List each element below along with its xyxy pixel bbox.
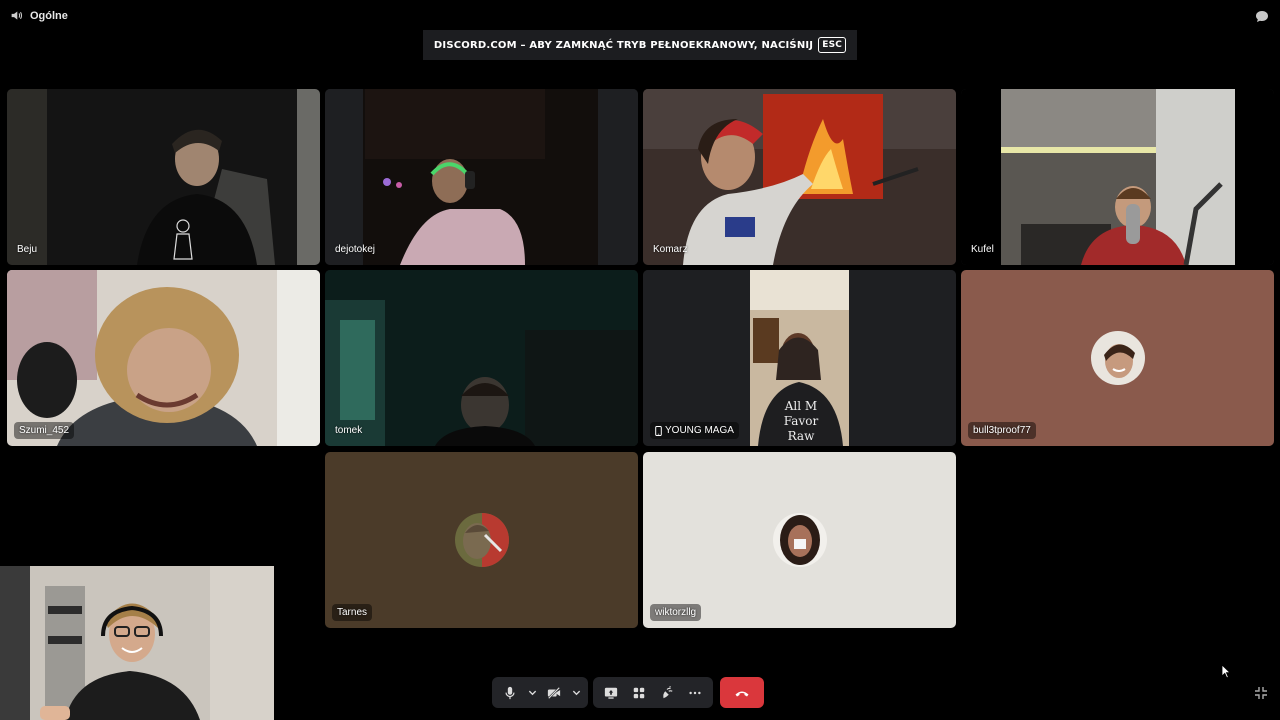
participant-name: bull3tproof77 — [968, 422, 1036, 439]
participant-tile[interactable]: tomek — [325, 270, 638, 446]
participant-tile[interactable]: Beju — [7, 89, 320, 265]
screen-share-button[interactable] — [599, 681, 623, 705]
exit-fullscreen-icon[interactable] — [1254, 686, 1268, 700]
more-options-button[interactable] — [683, 681, 707, 705]
svg-text:Favor: Favor — [784, 414, 819, 428]
mouse-cursor-icon — [1221, 664, 1231, 679]
esc-key-badge: Esc — [818, 37, 847, 53]
soundboard-icon — [663, 685, 673, 698]
participant-tile[interactable]: bull3tproof77 — [961, 270, 1274, 446]
participant-tile[interactable]: Tarnes — [325, 452, 638, 628]
video-feed — [325, 270, 638, 446]
participant-tile[interactable]: All M Favor Raw YOUNG MAGA — [643, 270, 956, 446]
video-feed — [7, 89, 320, 265]
voice-channel-header[interactable]: Ogólne — [10, 9, 68, 22]
participant-tile[interactable]: Komarz — [643, 89, 956, 265]
camera-off-icon — [547, 686, 561, 699]
participant-name: Szumi_452 — [14, 422, 75, 439]
participant-name: Beju — [17, 244, 38, 255]
participant-name: Tarnes — [332, 604, 373, 621]
participant-name: Kufel — [971, 244, 994, 255]
participant-tile[interactable]: dejotokej — [325, 89, 638, 265]
video-feed — [961, 89, 1274, 265]
participant-avatar — [772, 513, 827, 567]
participant-name: dejotokej — [335, 244, 376, 255]
extra-controls — [593, 677, 713, 708]
activities-icon — [633, 687, 645, 698]
video-feed — [325, 89, 638, 265]
chevron-down-icon — [572, 690, 580, 696]
video-feed — [7, 270, 320, 446]
camera-button[interactable] — [542, 681, 566, 705]
disconnect-button[interactable] — [720, 677, 764, 708]
top-bar: Ogólne — [0, 0, 1280, 34]
activities-button[interactable] — [627, 681, 651, 705]
soundboard-button[interactable] — [655, 681, 679, 705]
screen-share-icon — [604, 687, 618, 699]
self-video-feed — [0, 566, 274, 720]
self-view-video[interactable] — [0, 566, 274, 720]
svg-text:All M: All M — [784, 399, 817, 413]
participant-avatar — [454, 513, 509, 567]
more-icon — [689, 691, 701, 694]
camera-options-button[interactable] — [570, 681, 582, 705]
banner-text: discord.com – aby zamknąć tryb pełnoekra… — [433, 39, 814, 51]
fullscreen-banner: discord.com – aby zamknąć tryb pełnoekra… — [423, 30, 857, 60]
chat-icon[interactable] — [1254, 9, 1270, 25]
participant-tile[interactable]: Kufel — [961, 89, 1274, 265]
phone-hangup-icon — [735, 691, 749, 696]
microphone-icon — [505, 686, 515, 699]
participant-avatar — [1090, 331, 1145, 385]
mic-button[interactable] — [498, 681, 522, 705]
participant-name: tomek — [335, 425, 363, 436]
participant-name: wiktorzllg — [650, 604, 702, 621]
mic-options-button[interactable] — [526, 681, 538, 705]
participant-tile[interactable]: wiktorzllg — [643, 452, 956, 628]
fullscreen-call-view: Ogólne discord.com – aby zamknąć tryb pe… — [0, 0, 1280, 720]
participant-name: YOUNG MAGA — [650, 422, 739, 439]
chevron-down-icon — [528, 690, 536, 696]
speaker-icon — [11, 11, 23, 20]
video-feed: All M Favor Raw — [643, 270, 956, 446]
media-controls — [492, 677, 588, 708]
channel-name: Ogólne — [30, 9, 68, 22]
phone-icon — [655, 425, 662, 436]
call-controls — [492, 677, 764, 708]
svg-text:Raw: Raw — [788, 429, 815, 443]
video-feed — [643, 89, 956, 265]
participant-tile[interactable]: Szumi_452 — [7, 270, 320, 446]
participant-name: Komarz — [653, 244, 688, 255]
